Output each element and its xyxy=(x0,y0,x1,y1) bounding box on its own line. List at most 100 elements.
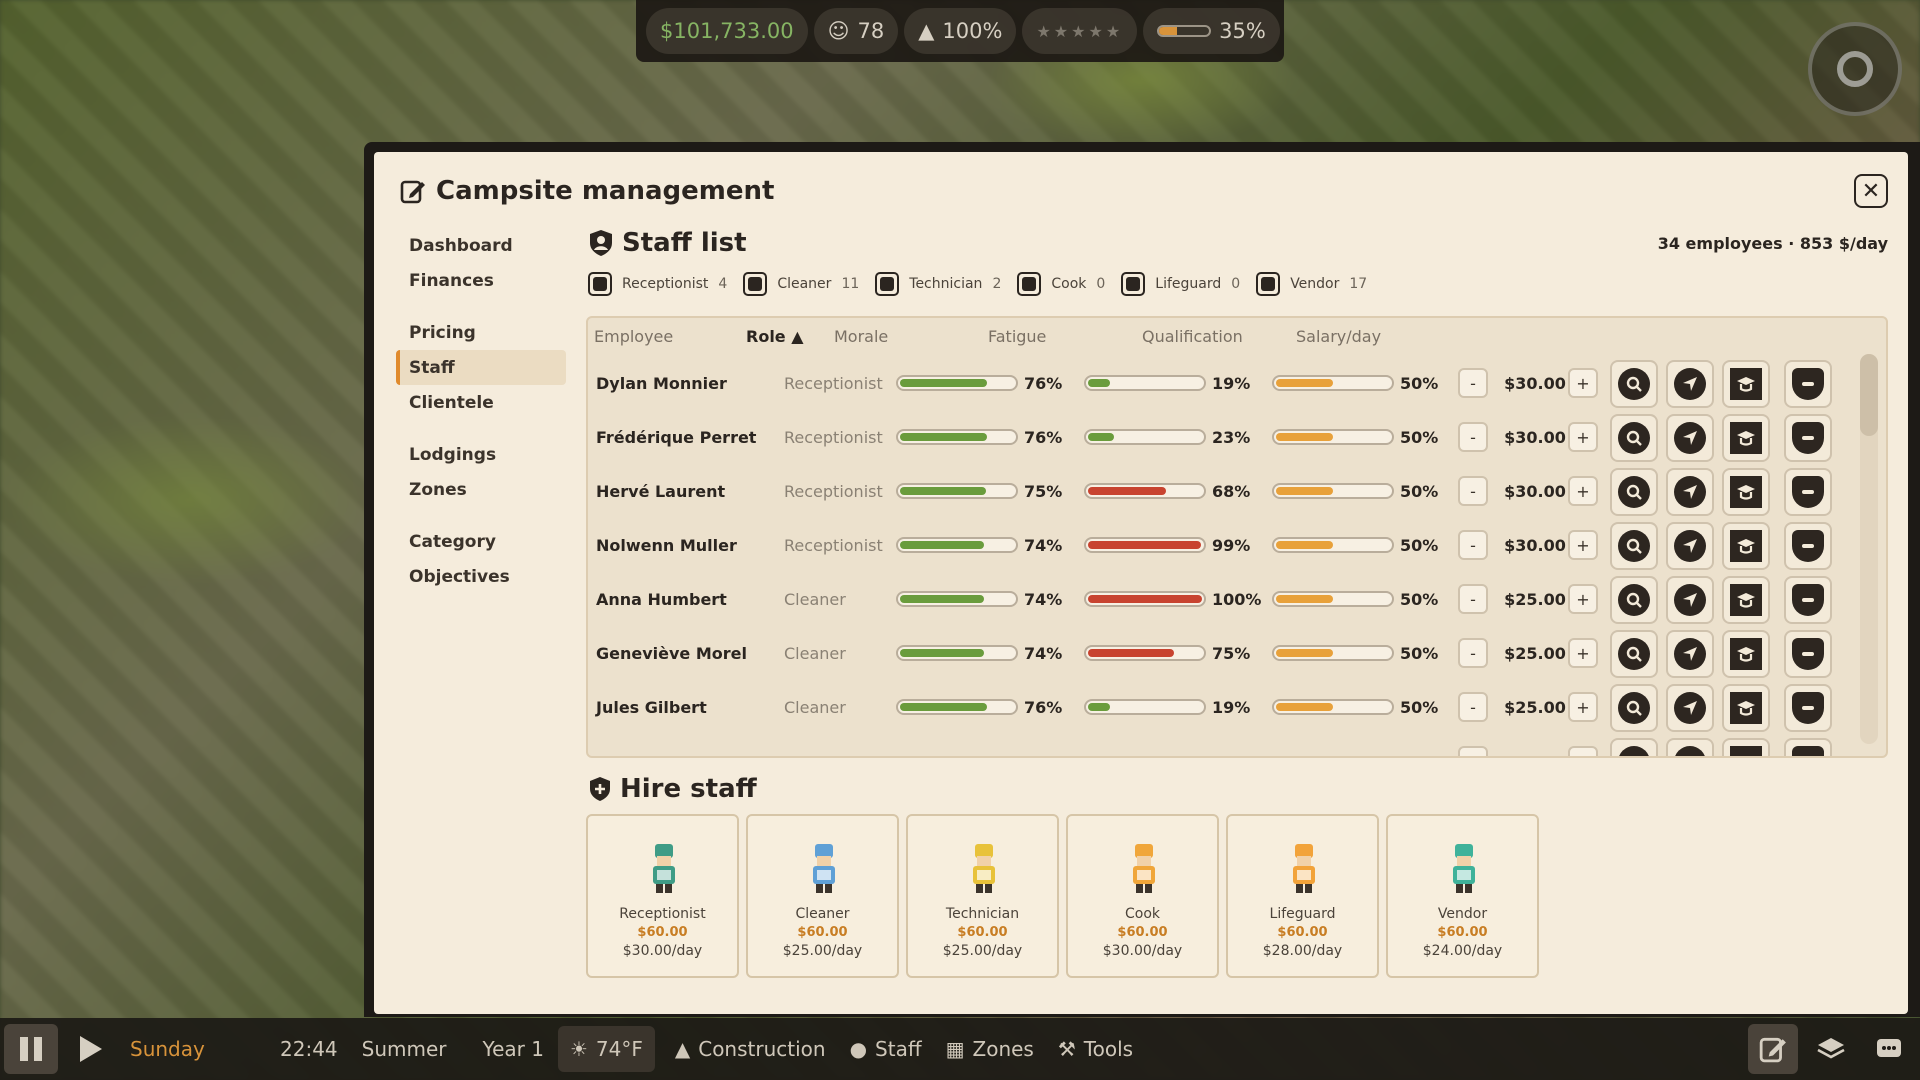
sidebar-item-pricing[interactable]: Pricing xyxy=(396,315,566,350)
sidebar-item-staff[interactable]: Staff xyxy=(396,350,566,385)
scrollbar-thumb[interactable] xyxy=(1860,354,1878,436)
col-qualification[interactable]: Qualification xyxy=(1142,327,1243,346)
filter-cook[interactable]: Cook 0 xyxy=(1017,272,1105,296)
col-role[interactable]: Role ▲ xyxy=(746,327,804,346)
salary-decrease-button[interactable]: - xyxy=(1458,368,1488,398)
move-to-button[interactable] xyxy=(1666,360,1714,408)
train-button[interactable] xyxy=(1722,522,1770,570)
plus-shield-icon xyxy=(590,777,610,801)
sidebar-item-category[interactable]: Category xyxy=(396,524,566,559)
salary-decrease-button[interactable]: - xyxy=(1458,584,1488,614)
chat-button[interactable] xyxy=(1864,1024,1914,1074)
salary-decrease-button[interactable]: - xyxy=(1458,422,1488,452)
fatigue-value: 100% xyxy=(1212,589,1262,609)
locate-button[interactable] xyxy=(1610,630,1658,678)
table-scrollbar[interactable] xyxy=(1860,354,1878,744)
staff-button[interactable]: ● Staff xyxy=(850,1026,922,1072)
salary-increase-button[interactable]: + xyxy=(1568,692,1598,722)
filter-receptionist[interactable]: Receptionist 4 xyxy=(588,272,727,296)
fire-button[interactable] xyxy=(1784,576,1832,624)
locate-button[interactable] xyxy=(1610,522,1658,570)
tools-button[interactable]: ⚒ Tools xyxy=(1058,1026,1133,1072)
fire-button[interactable] xyxy=(1784,414,1832,462)
table-row[interactable]: Nolwenn Muller Receptionist 74% 99% 50% - $30.… xyxy=(588,518,1858,572)
filter-cleaner[interactable]: Cleaner 11 xyxy=(743,272,859,296)
col-salary[interactable]: Salary/day xyxy=(1296,327,1381,346)
move-to-button[interactable] xyxy=(1666,468,1714,516)
filter-vendor[interactable]: Vendor 17 xyxy=(1256,272,1367,296)
move-to-button[interactable] xyxy=(1666,684,1714,732)
col-fatigue[interactable]: Fatigue xyxy=(988,327,1046,346)
locate-button[interactable] xyxy=(1610,576,1658,624)
employee-name: Nolwenn Muller xyxy=(596,535,737,555)
close-button[interactable]: ✕ xyxy=(1854,174,1888,208)
move-to-button[interactable] xyxy=(1666,576,1714,624)
train-button[interactable] xyxy=(1722,414,1770,462)
sidebar-item-lodgings[interactable]: Lodgings xyxy=(396,437,566,472)
pause-button[interactable] xyxy=(4,1024,58,1074)
fire-button[interactable] xyxy=(1784,630,1832,678)
train-button[interactable] xyxy=(1722,684,1770,732)
salary-decrease-button[interactable]: - xyxy=(1458,692,1488,722)
play-button[interactable] xyxy=(80,1036,102,1062)
locate-button[interactable] xyxy=(1610,360,1658,408)
sidebar-item-objectives[interactable]: Objectives xyxy=(396,559,566,594)
train-button[interactable] xyxy=(1722,630,1770,678)
filter-checkbox[interactable] xyxy=(743,272,768,296)
hire-card-cook[interactable]: Cook $60.00 $30.00/day xyxy=(1066,814,1219,978)
hire-card-vendor[interactable]: Vendor $60.00 $24.00/day xyxy=(1386,814,1539,978)
salary-decrease-button[interactable]: - xyxy=(1458,476,1488,506)
table-row[interactable]: Dylan Monnier Receptionist 76% 19% 50% - $30.0… xyxy=(588,356,1858,410)
salary-increase-button[interactable]: + xyxy=(1568,530,1598,560)
sidebar-item-zones[interactable]: Zones xyxy=(396,472,566,507)
table-row[interactable]: Hervé Laurent Receptionist 75% 68% 50% - $30.0… xyxy=(588,464,1858,518)
train-button[interactable] xyxy=(1722,468,1770,516)
table-row[interactable]: Jules Gilbert Cleaner 76% 19% 50% - $25.00 + xyxy=(588,680,1858,734)
sidebar-item-label: Staff xyxy=(409,357,455,378)
layers-button[interactable] xyxy=(1806,1024,1856,1074)
construction-button[interactable]: ▲ Construction xyxy=(675,1026,826,1072)
locate-button[interactable] xyxy=(1610,414,1658,462)
train-button[interactable] xyxy=(1722,576,1770,624)
hire-card-receptionist[interactable]: Receptionist $60.00 $30.00/day xyxy=(586,814,739,978)
move-to-button[interactable] xyxy=(1666,630,1714,678)
sidebar-item-dashboard[interactable]: Dashboard xyxy=(396,228,566,263)
filter-checkbox[interactable] xyxy=(1017,272,1042,296)
fire-button[interactable] xyxy=(1784,522,1832,570)
sidebar-item-clientele[interactable]: Clientele xyxy=(396,385,566,420)
management-button[interactable] xyxy=(1748,1024,1798,1074)
table-row[interactable]: Frédérique Perret Receptionist 76% 23% 50% - $… xyxy=(588,410,1858,464)
zones-button[interactable]: ▦ Zones xyxy=(946,1026,1034,1072)
compass-button[interactable] xyxy=(1808,22,1902,116)
move-to-button[interactable] xyxy=(1666,522,1714,570)
locate-button[interactable] xyxy=(1610,684,1658,732)
salary-increase-button[interactable]: + xyxy=(1568,368,1598,398)
fire-button[interactable] xyxy=(1784,684,1832,732)
salary-increase-button[interactable]: + xyxy=(1568,638,1598,668)
hire-card-technician[interactable]: Technician $60.00 $25.00/day xyxy=(906,814,1059,978)
sidebar-item-finances[interactable]: Finances xyxy=(396,263,566,298)
table-row[interactable]: Anna Humbert Cleaner 74% 100% 50% - $25.00 + xyxy=(588,572,1858,626)
salary-increase-button[interactable]: + xyxy=(1568,476,1598,506)
salary-decrease-button[interactable]: - xyxy=(1458,530,1488,560)
salary-increase-button[interactable]: + xyxy=(1568,422,1598,452)
hire-card-cleaner[interactable]: Cleaner $60.00 $25.00/day xyxy=(746,814,899,978)
fire-button[interactable] xyxy=(1784,360,1832,408)
filter-checkbox[interactable] xyxy=(1121,272,1146,296)
filter-checkbox[interactable] xyxy=(875,272,900,296)
filter-technician[interactable]: Technician 2 xyxy=(875,272,1001,296)
table-row[interactable]: Geneviève Morel Cleaner 74% 75% 50% - $25.00 + xyxy=(588,626,1858,680)
locate-button[interactable] xyxy=(1610,468,1658,516)
move-to-button[interactable] xyxy=(1666,414,1714,462)
salary-increase-button xyxy=(1568,746,1598,756)
filter-checkbox[interactable] xyxy=(588,272,612,296)
salary-decrease-button[interactable]: - xyxy=(1458,638,1488,668)
filter-checkbox[interactable] xyxy=(1256,272,1281,296)
col-morale[interactable]: Morale xyxy=(834,327,888,346)
filter-lifeguard[interactable]: Lifeguard 0 xyxy=(1121,272,1240,296)
hire-card-lifeguard[interactable]: Lifeguard $60.00 $28.00/day xyxy=(1226,814,1379,978)
col-employee[interactable]: Employee xyxy=(594,327,673,346)
fire-button[interactable] xyxy=(1784,468,1832,516)
train-button[interactable] xyxy=(1722,360,1770,408)
salary-increase-button[interactable]: + xyxy=(1568,584,1598,614)
